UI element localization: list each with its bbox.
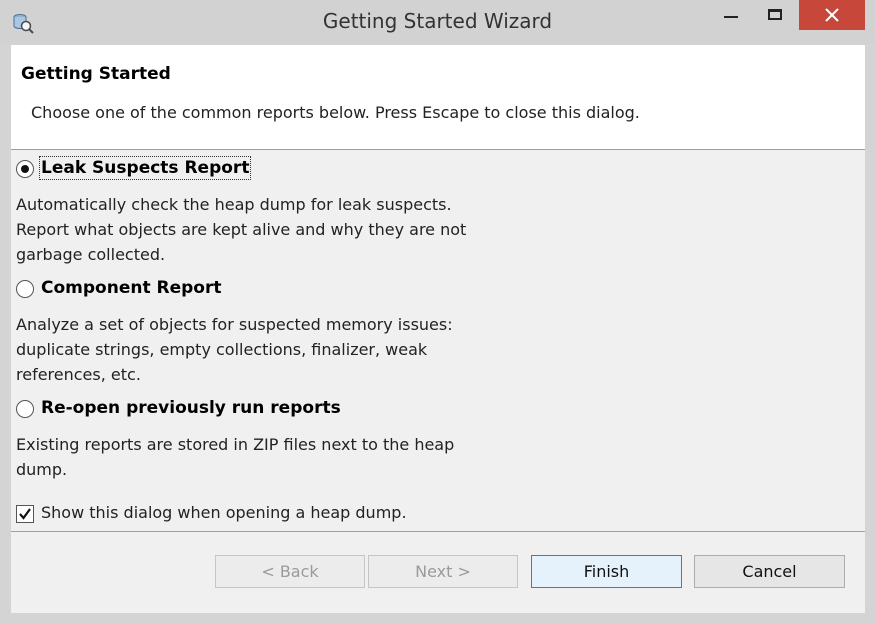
- radio-component-report[interactable]: [16, 280, 34, 298]
- minimize-button[interactable]: [707, 0, 753, 30]
- cancel-button[interactable]: Cancel: [694, 555, 845, 588]
- maximize-icon: [768, 9, 782, 20]
- next-button[interactable]: Next >: [368, 555, 518, 588]
- back-button[interactable]: < Back: [215, 555, 365, 588]
- show-dialog-checkbox[interactable]: [16, 505, 34, 523]
- show-dialog-label[interactable]: Show this dialog when opening a heap dum…: [41, 503, 407, 522]
- option-label[interactable]: Leak Suspects Report: [38, 156, 252, 180]
- dialog-client-area: Getting Started Choose one of the common…: [11, 45, 865, 613]
- minimize-icon: [724, 16, 738, 18]
- finish-button[interactable]: Finish: [531, 555, 682, 588]
- radio-reopen-reports[interactable]: [16, 400, 34, 418]
- button-separator: [11, 531, 865, 532]
- wizard-header: Getting Started Choose one of the common…: [11, 45, 865, 150]
- title-bar[interactable]: Getting Started Wizard: [0, 0, 875, 44]
- maximize-button[interactable]: [753, 0, 799, 30]
- checkmark-icon: [19, 508, 31, 520]
- option-label[interactable]: Component Report: [41, 278, 221, 298]
- option-description: Automatically check the heap dump for le…: [16, 195, 467, 264]
- wizard-window: Getting Started Wizard Getting Started C…: [0, 0, 875, 623]
- option-description: Analyze a set of objects for suspected m…: [16, 315, 453, 384]
- option-label[interactable]: Re-open previously run reports: [41, 398, 341, 418]
- page-title: Getting Started: [21, 64, 171, 84]
- radio-leak-suspects[interactable]: [16, 160, 34, 178]
- close-icon: [825, 8, 839, 22]
- option-description: Existing reports are stored in ZIP files…: [16, 435, 455, 479]
- page-description: Choose one of the common reports below. …: [31, 103, 640, 122]
- close-button[interactable]: [799, 0, 865, 30]
